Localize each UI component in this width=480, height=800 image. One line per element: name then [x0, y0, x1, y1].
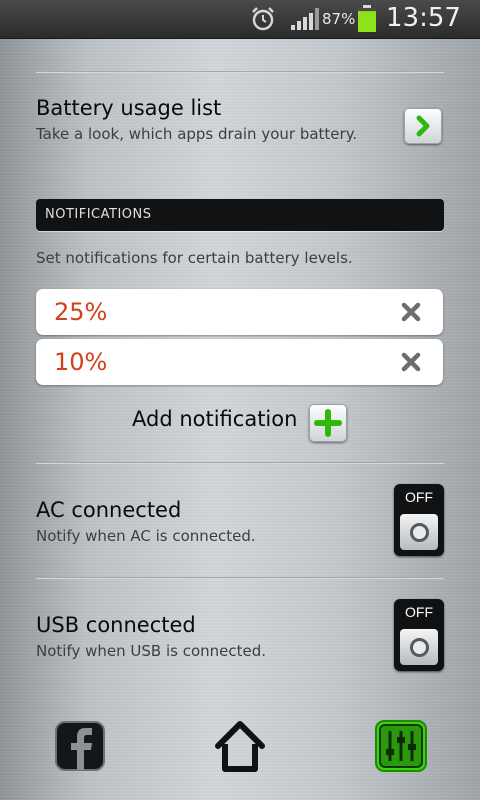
- plus-icon: [314, 409, 342, 437]
- home-icon[interactable]: [212, 719, 268, 773]
- status-bar: 87% 13:57: [0, 0, 480, 39]
- ac-connected-description: Notify when AC is connected.: [36, 527, 256, 545]
- open-battery-usage-button[interactable]: [404, 108, 442, 144]
- divider: [36, 71, 444, 73]
- notification-level-row[interactable]: 10%: [36, 339, 443, 385]
- divider: [36, 577, 444, 579]
- usb-connected-toggle[interactable]: OFF: [394, 599, 444, 671]
- alarm-clock-icon: [252, 7, 274, 31]
- usb-connected-description: Notify when USB is connected.: [36, 642, 267, 660]
- notifications-section-header: NOTIFICATIONS: [36, 199, 444, 231]
- add-notification-button[interactable]: [309, 404, 347, 442]
- toggle-state-label: OFF: [405, 604, 433, 620]
- notification-level-row[interactable]: 25%: [36, 289, 443, 335]
- usb-connected-title: USB connected: [36, 613, 196, 637]
- toggle-knob: [400, 629, 438, 665]
- notification-level-value: 25%: [54, 298, 108, 326]
- settings-sliders-icon[interactable]: [374, 719, 428, 773]
- clock-time: 13:57: [386, 3, 461, 33]
- battery-usage-description: Take a look, which apps drain your batte…: [36, 125, 358, 143]
- battery-percent: 87%: [322, 10, 356, 28]
- notifications-description: Set notifications for certain battery le…: [36, 249, 353, 267]
- battery-usage-title: Battery usage list: [36, 96, 222, 120]
- chevron-right-icon: [416, 115, 430, 137]
- remove-level-icon[interactable]: [400, 301, 422, 323]
- facebook-icon[interactable]: [54, 720, 106, 772]
- add-notification-label[interactable]: Add notification: [132, 407, 297, 431]
- ac-connected-toggle[interactable]: OFF: [394, 484, 444, 556]
- notifications-header-label: NOTIFICATIONS: [45, 207, 152, 222]
- ac-connected-title: AC connected: [36, 498, 182, 522]
- toggle-knob: [400, 514, 438, 550]
- toggle-state-label: OFF: [405, 489, 433, 505]
- divider: [36, 462, 444, 464]
- notification-level-value: 10%: [54, 348, 108, 376]
- signal-strength-icon: [291, 8, 319, 30]
- remove-level-icon[interactable]: [400, 351, 422, 373]
- battery-icon: [358, 5, 376, 32]
